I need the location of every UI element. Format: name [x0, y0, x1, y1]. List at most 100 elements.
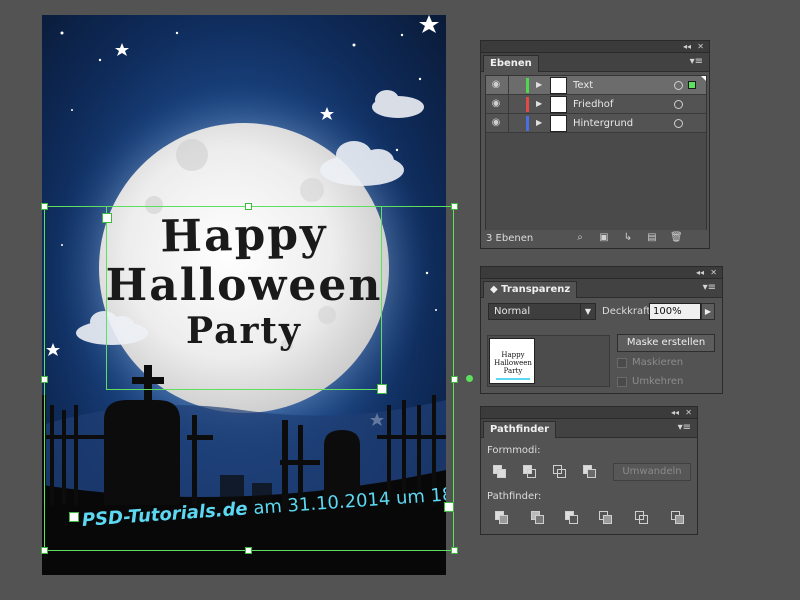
- handle-tr[interactable]: [451, 203, 458, 210]
- tab-transparenz[interactable]: ◆ Transparenz: [483, 281, 578, 298]
- pathfinder-label: Pathfinder:: [487, 491, 542, 502]
- title-party[interactable]: Party: [42, 310, 446, 352]
- layer-name[interactable]: Friedhof: [573, 95, 613, 114]
- tab-pathfinder[interactable]: Pathfinder: [483, 421, 557, 438]
- create-mask-button[interactable]: Maske erstellen: [617, 334, 715, 352]
- trim-icon[interactable]: [531, 511, 545, 525]
- layer-list: ◉ ▶ Text ◉ ▶ Friedhof ◉ ▶ Hintergrund: [485, 75, 707, 235]
- layer-thumbnail: [550, 96, 567, 113]
- handle-tl[interactable]: [41, 203, 48, 210]
- title-halloween[interactable]: Halloween: [42, 260, 446, 311]
- target-circle-icon[interactable]: [674, 81, 683, 90]
- close-icon[interactable]: ✕: [685, 407, 692, 419]
- pathfinder-panel: ◂◂ ✕ Pathfinder ▾≡ Formmodi: Umwandeln P…: [480, 406, 698, 535]
- chevron-down-icon[interactable]: ▼: [580, 304, 595, 319]
- intersect-icon[interactable]: [553, 465, 567, 479]
- transparency-tabrow: ◆ Transparenz ▾≡: [481, 279, 722, 298]
- pathfinder-panel-topbar[interactable]: ◂◂ ✕: [481, 407, 697, 419]
- handle-ml[interactable]: [41, 376, 48, 383]
- crop-icon[interactable]: [599, 511, 613, 525]
- text-port-dot[interactable]: [466, 375, 473, 382]
- panel-menu-icon[interactable]: ▾≡: [690, 56, 703, 67]
- transparency-panel: ◂◂ ✕ ◆ Transparenz ▾≡ Normal ▼ Deckkraft…: [480, 266, 723, 394]
- expand-triangle-icon[interactable]: ▶: [536, 98, 542, 110]
- handle-bl[interactable]: [41, 547, 48, 554]
- layer-name[interactable]: Text: [573, 76, 593, 95]
- blend-mode-select[interactable]: Normal ▼: [488, 303, 596, 320]
- layer-row-1[interactable]: ◉ ▶ Friedhof: [486, 95, 706, 114]
- expand-triangle-icon[interactable]: ▶: [536, 79, 542, 91]
- panel-menu-icon[interactable]: ▾≡: [678, 422, 691, 433]
- unite-icon[interactable]: [493, 465, 507, 479]
- blend-mode-value: Normal: [494, 306, 531, 317]
- divide-icon[interactable]: [495, 511, 509, 525]
- lock-column[interactable]: [508, 76, 509, 94]
- outline-icon[interactable]: [635, 511, 649, 525]
- layer-row-0[interactable]: ◉ ▶ Text: [486, 76, 706, 95]
- svg-text:Halloween: Halloween: [494, 359, 532, 367]
- layer-color-bar: [526, 116, 529, 131]
- layer-color-bar: [526, 78, 529, 93]
- lock-column[interactable]: [508, 114, 509, 132]
- transparency-panel-topbar[interactable]: ◂◂ ✕: [481, 267, 722, 279]
- panel-menu-icon[interactable]: ▾≡: [703, 282, 716, 293]
- layer-color-bar: [526, 97, 529, 112]
- clip-checkbox[interactable]: [617, 358, 627, 368]
- invert-label: Umkehren: [632, 376, 684, 387]
- new-layer-icon[interactable]: ▤: [646, 232, 658, 244]
- collapse-icon[interactable]: ◂◂: [671, 407, 679, 419]
- layers-panel: ◂◂ ✕ Ebenen ▾≡ ◉ ▶ Text ◉ ▶ Friedhof ◉ ▶ Hinterg…: [480, 40, 710, 249]
- svg-text:Happy: Happy: [501, 351, 524, 359]
- layers-footer: 3 Ebenen ⌕ ▣ ↳ ▤ 🗑: [481, 230, 709, 248]
- merge-icon[interactable]: [565, 511, 579, 525]
- pathfinder-tabrow: Pathfinder ▾≡: [481, 419, 697, 438]
- layer-name[interactable]: Hintergrund: [573, 114, 633, 133]
- svg-text:Party: Party: [504, 367, 523, 375]
- target-circle-icon[interactable]: [674, 119, 683, 128]
- lock-column[interactable]: [508, 95, 509, 113]
- layers-panel-topbar[interactable]: ◂◂ ✕: [481, 41, 709, 53]
- clipping-mask-icon[interactable]: ▣: [598, 232, 610, 244]
- handle-path-start[interactable]: [69, 512, 79, 522]
- layer-row-2[interactable]: ◉ ▶ Hintergrund: [486, 114, 706, 133]
- close-icon[interactable]: ✕: [697, 41, 704, 53]
- handle-br[interactable]: [451, 547, 458, 554]
- handle-inner-tl[interactable]: [102, 213, 112, 223]
- current-layer-mark: [701, 76, 706, 81]
- opacity-input[interactable]: 100%: [649, 303, 701, 320]
- handle-tm[interactable]: [245, 203, 252, 210]
- exclude-icon[interactable]: [583, 465, 597, 479]
- handle-mr[interactable]: [451, 376, 458, 383]
- thumbnail-preview: Happy Halloween Party: [494, 351, 532, 380]
- selection-indicator[interactable]: [688, 81, 696, 89]
- expand-triangle-icon[interactable]: ▶: [536, 117, 542, 129]
- invert-checkbox[interactable]: [617, 377, 627, 387]
- layer-thumbnail: [550, 115, 567, 132]
- expand-button[interactable]: Umwandeln: [613, 463, 691, 481]
- layer-thumbnail[interactable]: Happy Halloween Party: [489, 338, 535, 384]
- minus-front-icon[interactable]: [523, 465, 537, 479]
- handle-path-end[interactable]: [444, 502, 454, 512]
- minus-back-icon[interactable]: [671, 511, 685, 525]
- search-icon[interactable]: ⌕: [574, 232, 586, 244]
- visibility-eye-icon[interactable]: ◉: [490, 117, 502, 129]
- layers-tabrow: Ebenen ▾≡: [481, 53, 709, 72]
- close-icon[interactable]: ✕: [710, 267, 717, 279]
- opacity-label: Deckkraft:: [602, 306, 654, 317]
- artboard-canvas[interactable]: Happy Halloween Party PSD-Tutorials.de a…: [42, 15, 446, 575]
- handle-inner-br[interactable]: [377, 384, 387, 394]
- layer-count: 3 Ebenen: [486, 233, 534, 244]
- opacity-stepper[interactable]: ▶: [701, 303, 715, 320]
- clip-label: Maskieren: [632, 357, 684, 368]
- visibility-eye-icon[interactable]: ◉: [490, 79, 502, 91]
- handle-bm[interactable]: [245, 547, 252, 554]
- target-circle-icon[interactable]: [674, 100, 683, 109]
- layer-thumbnail: [550, 77, 567, 94]
- tab-ebenen[interactable]: Ebenen: [483, 55, 539, 72]
- collapse-icon[interactable]: ◂◂: [696, 267, 704, 279]
- new-sublayer-icon[interactable]: ↳: [622, 232, 634, 244]
- shape-modes-label: Formmodi:: [487, 445, 541, 456]
- collapse-icon[interactable]: ◂◂: [683, 41, 691, 53]
- trash-icon[interactable]: 🗑: [670, 232, 683, 244]
- visibility-eye-icon[interactable]: ◉: [490, 98, 502, 110]
